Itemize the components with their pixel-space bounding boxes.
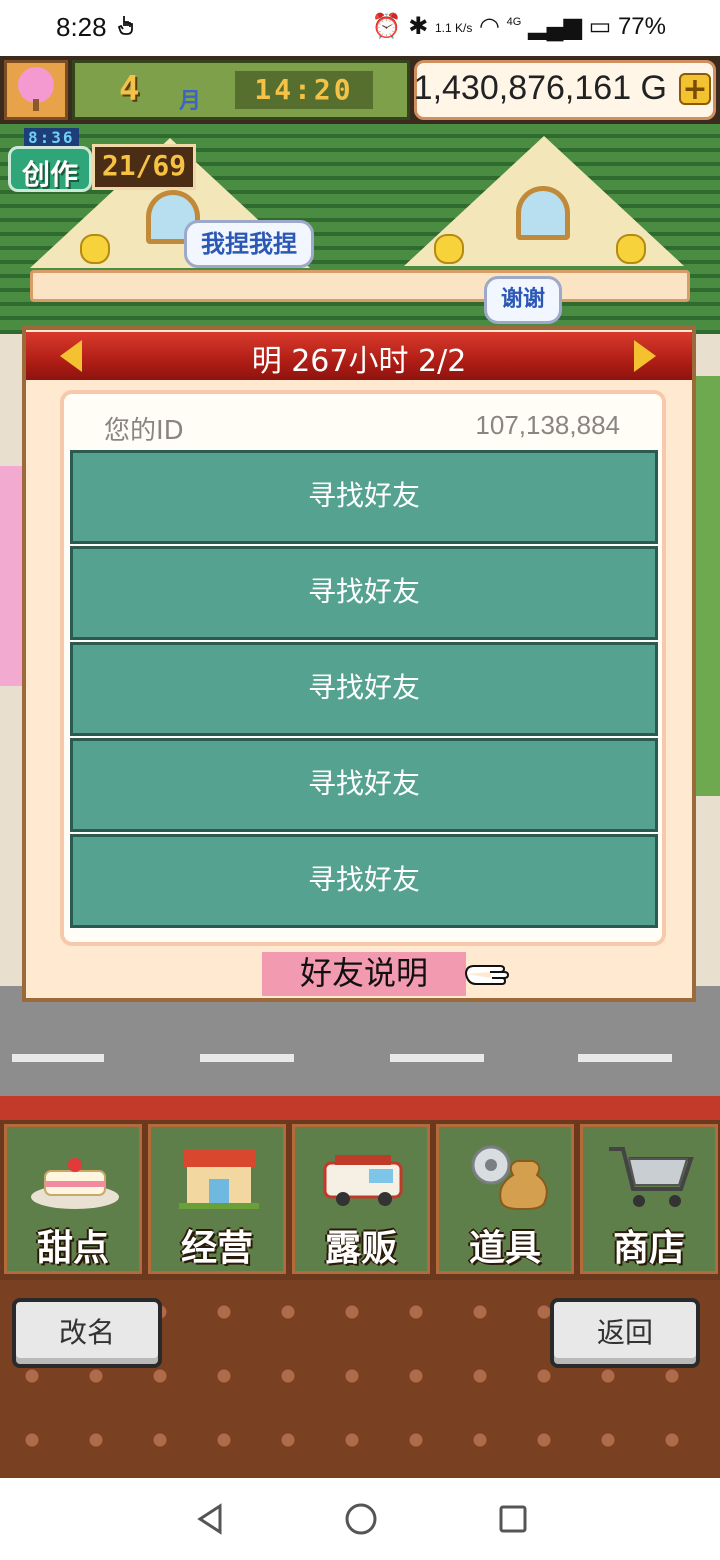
rename-button[interactable]: 改名 [12,1298,162,1368]
nav-recent-icon[interactable] [498,1504,528,1534]
bluetooth-icon: ✱ [408,13,429,40]
status-bar: 8:28 ⏰ ✱ 1.1 K/s ◠ 4G ▂▄▆ ▭ 77% [0,0,720,56]
attic-window-right [516,186,570,240]
add-gold-button[interactable]: + [679,73,711,105]
gold-panel: 1,430,876,161 G + [414,60,716,120]
find-friend-slot[interactable]: 寻找好友 [70,546,658,640]
shop-avatar[interactable] [4,60,68,120]
creation-label-box: 创作 [8,146,92,192]
date-panel: 4 月 14:20 [72,60,410,120]
your-id-value: 107,138,884 [475,410,620,440]
battery-percent: 77% [617,13,666,40]
back-button[interactable]: 返回 [550,1298,700,1368]
creation-label: 创作 [21,158,78,191]
next-page-arrow-icon[interactable] [634,340,656,372]
friend-list: 您的ID 107,138,884 寻找好友 寻找好友 寻找好友 寻找好友 寻找好… [60,390,666,946]
lower-panel: 改名 返回 [0,1280,720,1478]
creation-count-box: 21/69 [92,144,196,190]
lane-marking [200,1054,294,1062]
lane-marking [12,1054,104,1062]
food-truck-icon [323,1155,403,1206]
panel-header: 明 267小时 2/2 [26,332,692,380]
network-speed: 1.1 K/s [434,20,473,35]
game-clock: 14:20 [235,71,373,109]
find-friend-slot[interactable]: 寻找好友 [70,738,658,832]
lane-marking [390,1054,484,1062]
menu-dessert[interactable]: 甜点 [4,1124,142,1274]
nav-home-icon[interactable] [344,1502,378,1536]
creation-timer: 8:36 [24,128,79,147]
main-menu: 甜点 经营 露贩 道具 商店 [0,1120,720,1280]
find-friend-slot[interactable]: 寻找好友 [70,834,658,928]
your-id-label: 您的ID [104,416,184,446]
menu-label: 经营 [180,1228,253,1269]
gold-amount: 1,430,876,161 G [413,69,667,107]
speech-bubble: 我捏我捏 [184,220,314,268]
menu-label: 道具 [468,1228,541,1269]
friend-help-button[interactable]: 好友说明 [262,952,466,996]
touch-hand-icon [118,16,133,35]
status-clock: 8:28 [56,12,107,42]
game-time: 14:20 [254,73,354,106]
menu-strip [0,1096,720,1120]
menu-items[interactable]: 道具 [436,1124,574,1274]
menu-stall[interactable]: 露贩 [292,1124,430,1274]
month-number: 4 [119,69,140,109]
nav-bar [0,1478,720,1560]
cake-icon [31,1158,119,1209]
prev-page-arrow-icon[interactable] [60,340,82,372]
menu-store[interactable]: 商店 [580,1124,718,1274]
speech-bubble: 谢谢 [484,276,562,324]
shop-awning [30,270,690,302]
lamp-icon [434,234,464,264]
game-canvas: 4 月 14:20 1,430,876,161 G + 8:36 创作 21/6… [0,56,720,1478]
top-hud: 4 月 14:20 1,430,876,161 G + [0,56,720,124]
alarm-icon: ⏰ [371,13,402,40]
lamp-icon [616,234,646,264]
friend-panel: 明 267小时 2/2 您的ID 107,138,884 寻找好友 寻找好友 寻… [22,326,696,1002]
status-indicators: ⏰ ✱ 1.1 K/s ◠ 4G ▂▄▆ ▭ 77% [372,12,666,41]
find-friend-slot[interactable]: 寻找好友 [70,642,658,736]
lane-marking [578,1054,672,1062]
find-friend-slot[interactable]: 寻找好友 [70,450,658,544]
vine-decoration [696,376,720,796]
wifi-icon: ◠ [479,13,500,40]
cherry-tree-icon [18,67,54,111]
menu-label: 露贩 [324,1228,397,1269]
menu-label: 甜点 [36,1228,109,1269]
menu-label: 商店 [612,1228,685,1269]
menu-manage[interactable]: 经营 [148,1124,286,1274]
month-unit: 月 [179,89,202,114]
lamp-icon [80,234,110,264]
battery-icon: ▭ [588,13,612,40]
gear-bag-icon [471,1145,548,1210]
creation-count: 21/69 [101,149,187,182]
shop-icon [179,1149,259,1209]
signal-icon: ▂▄▆ [528,13,582,40]
creation-badge[interactable]: 8:36 创作 21/69 [6,128,196,194]
pointing-hand-icon [465,965,510,985]
nav-back-icon[interactable] [194,1502,228,1536]
panel-title: 明 267小时 2/2 [251,344,467,379]
network-type: 4G [506,16,522,28]
cart-icon [609,1147,694,1207]
